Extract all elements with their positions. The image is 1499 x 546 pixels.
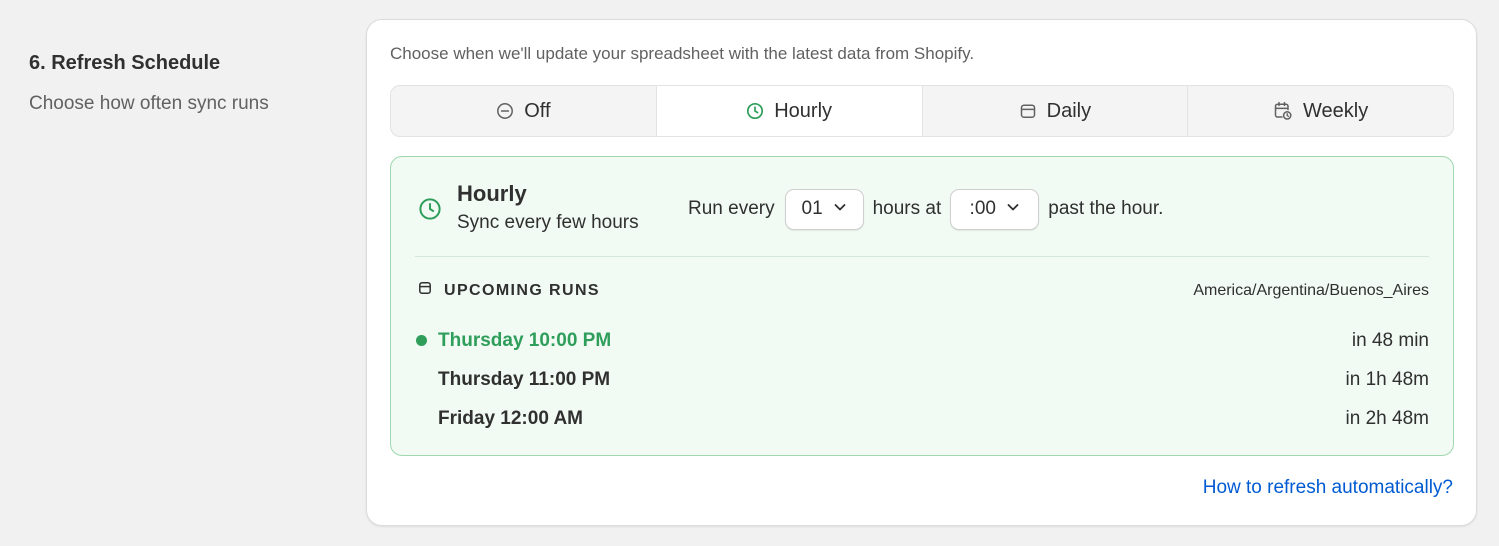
calendar-icon (1019, 102, 1037, 120)
panel-subtitle: Sync every few hours (457, 212, 639, 233)
run-time: Thursday 10:00 PM (438, 329, 612, 351)
option-weekly-label: Weekly (1303, 99, 1369, 122)
hourly-settings-panel: Hourly Sync every few hours Run every 01… (390, 156, 1454, 456)
past-hour-label: past the hour. (1048, 198, 1164, 219)
chevron-down-icon (833, 198, 847, 220)
hours-value: 01 (801, 198, 823, 219)
chevron-down-icon (1006, 198, 1020, 220)
hours-select[interactable]: 01 (784, 188, 864, 230)
card-description: Choose when we'll update your spreadshee… (390, 44, 975, 63)
section-intro: 6. Refresh Schedule Choose how often syn… (29, 50, 349, 116)
calendar-icon (418, 281, 432, 300)
option-off[interactable]: Off (391, 86, 657, 136)
section-description: Choose how often sync runs (29, 93, 269, 114)
list-item: Thursday 11:00 PM in 1h 48m (415, 360, 1429, 399)
minute-select[interactable]: :00 (950, 188, 1040, 230)
option-hourly[interactable]: Hourly (656, 86, 923, 136)
minute-value: :00 (969, 198, 996, 219)
frequency-selector: Off Hourly Daily Weekly (390, 85, 1454, 137)
run-time: Thursday 11:00 PM (438, 368, 611, 390)
option-hourly-label: Hourly (774, 99, 833, 122)
option-weekly[interactable]: Weekly (1188, 86, 1453, 136)
next-run-indicator (416, 335, 427, 346)
list-item: Thursday 10:00 PM in 48 min (415, 321, 1429, 360)
clock-icon (418, 197, 442, 226)
run-schedule-row: Run every 01 hours at :00 past the hour. (688, 188, 1163, 230)
upcoming-runs-label: UPCOMING RUNS (444, 281, 600, 299)
page: 6. Refresh Schedule Choose how often syn… (0, 0, 1499, 546)
option-daily[interactable]: Daily (923, 86, 1189, 136)
clock-icon (746, 102, 764, 120)
run-every-label: Run every (688, 198, 775, 219)
run-relative-time: in 48 min (1351, 329, 1429, 351)
option-off-label: Off (524, 99, 551, 122)
option-daily-label: Daily (1046, 99, 1092, 122)
minus-circle-icon (496, 102, 514, 120)
section-title: 6. Refresh Schedule (29, 52, 221, 74)
timezone: America/Argentina/Buenos_Aires (1193, 282, 1429, 299)
run-time: Friday 12:00 AM (438, 407, 584, 429)
calendar-clock-icon (1273, 101, 1293, 121)
refresh-schedule-card: Choose when we'll update your spreadshee… (366, 19, 1477, 526)
run-relative-time: in 2h 48m (1345, 407, 1429, 429)
panel-title: Hourly (457, 181, 527, 206)
help-link[interactable]: How to refresh automatically? (1203, 477, 1453, 499)
divider (415, 256, 1429, 257)
upcoming-runs-header: UPCOMING RUNS (418, 281, 600, 300)
upcoming-runs-list: Thursday 10:00 PM in 48 min Thursday 11:… (415, 321, 1429, 438)
hours-at-label: hours at (872, 198, 942, 219)
run-relative-time: in 1h 48m (1345, 368, 1429, 390)
list-item: Friday 12:00 AM in 2h 48m (415, 399, 1429, 438)
